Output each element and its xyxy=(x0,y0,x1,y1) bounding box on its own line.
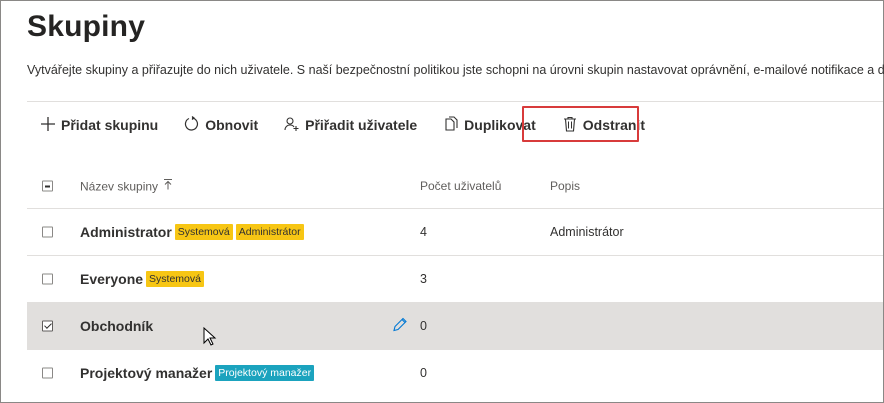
table-row[interactable]: Projektový manažer Projektový manažer 0 xyxy=(27,350,883,396)
row-checkbox[interactable] xyxy=(42,273,53,285)
group-name: Everyone Systemová xyxy=(80,271,204,287)
add-group-button[interactable]: Přidat skupinu xyxy=(40,116,158,135)
assign-users-label: Přiřadit uživatele xyxy=(305,117,418,133)
group-name-text: Projektový manažer xyxy=(80,365,213,381)
sort-ascending-icon xyxy=(163,179,173,194)
row-checkbox[interactable] xyxy=(42,367,53,379)
group-name: Administrator Systemová Administrátor xyxy=(80,224,304,240)
delete-button-highlight xyxy=(522,106,639,142)
column-header-name[interactable]: Název skupiny xyxy=(80,179,173,194)
project-manager-badge: Projektový manažer xyxy=(215,365,315,381)
user-count: 3 xyxy=(420,272,427,286)
page-description: Vytvářejte skupiny a přiřazujte do nich … xyxy=(27,63,884,77)
header-divider xyxy=(27,101,883,102)
row-checkbox[interactable] xyxy=(42,320,53,332)
table-header: Název skupiny Počet uživatelů Popis xyxy=(27,164,883,209)
column-name-label: Název skupiny xyxy=(80,179,159,193)
refresh-icon xyxy=(184,115,205,135)
table-row[interactable]: Everyone Systemová 3 xyxy=(27,256,883,303)
admin-badge: Administrátor xyxy=(235,224,304,240)
user-count: 0 xyxy=(420,319,427,333)
column-header-description[interactable]: Popis xyxy=(550,179,580,193)
group-name: Projektový manažer Projektový manažer xyxy=(80,365,315,381)
plus-icon xyxy=(40,116,61,135)
refresh-label: Obnovit xyxy=(205,117,259,133)
add-group-label: Přidat skupinu xyxy=(61,117,159,133)
column-header-count[interactable]: Počet uživatelů xyxy=(420,179,501,193)
select-all-checkbox[interactable] xyxy=(42,180,53,192)
table-row[interactable]: Administrator Systemová Administrátor 4 … xyxy=(27,209,883,256)
group-description: Administrátor xyxy=(550,225,624,239)
group-name-text: Obchodník xyxy=(80,318,154,334)
group-name-text: Everyone xyxy=(80,271,144,287)
groups-table: Název skupiny Počet uživatelů Popis Admi… xyxy=(27,164,883,396)
mouse-cursor-icon xyxy=(203,326,217,352)
user-count: 0 xyxy=(420,366,427,380)
row-checkbox[interactable] xyxy=(42,226,53,238)
assign-users-button[interactable]: Přiřadit uživatele xyxy=(284,116,417,135)
page-title: Skupiny xyxy=(27,10,146,43)
system-badge: Systemová xyxy=(146,271,204,287)
system-badge: Systemová xyxy=(174,224,233,240)
table-row[interactable]: Obchodník 0 xyxy=(27,303,883,350)
group-name-text: Administrator xyxy=(80,224,172,240)
refresh-button[interactable]: Obnovit xyxy=(184,115,259,135)
user-count: 4 xyxy=(420,225,427,239)
add-user-icon xyxy=(284,116,305,135)
copy-icon xyxy=(443,115,464,135)
group-name: Obchodník xyxy=(80,318,153,334)
edit-icon[interactable] xyxy=(392,317,408,336)
